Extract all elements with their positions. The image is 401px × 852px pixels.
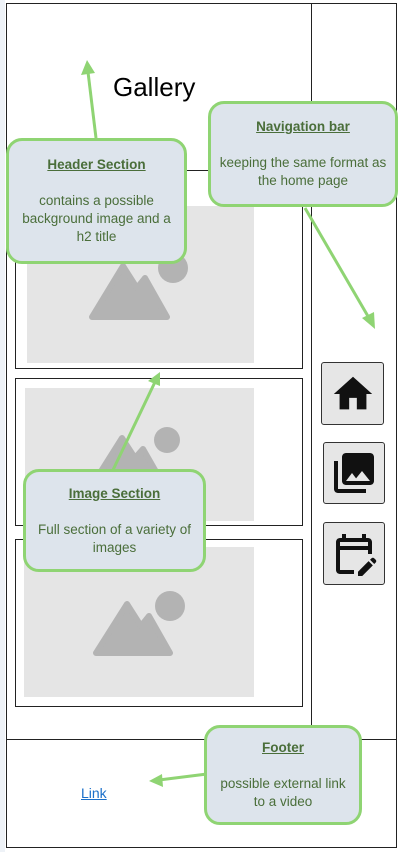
callout-navigation-bar: Navigation bar keeping the same format a… <box>208 101 398 207</box>
callout-title: Footer <box>262 740 304 755</box>
callout-body: Full section of a variety of images <box>37 521 192 555</box>
arrow-navigation <box>303 207 371 319</box>
callout-image-section: Image Section Full section of a variety … <box>23 469 206 572</box>
callout-header-section: Header Section contains a possible backg… <box>6 138 187 264</box>
arrow-image <box>111 381 157 471</box>
callout-footer: Footer possible external link to a video <box>204 725 362 825</box>
callout-title: Image Section <box>68 485 161 501</box>
callout-body: keeping the same format as the home page <box>219 155 387 188</box>
callout-title: Header Section <box>47 157 146 172</box>
callout-title: Navigation bar <box>256 119 350 134</box>
callout-body: possible external link to a video <box>220 776 346 809</box>
arrow-header <box>86 71 98 139</box>
callout-body: contains a possible background image and… <box>22 193 171 244</box>
arrowhead-footer <box>149 774 163 787</box>
arrow-footer <box>158 772 208 782</box>
arrowhead-header <box>81 60 95 75</box>
